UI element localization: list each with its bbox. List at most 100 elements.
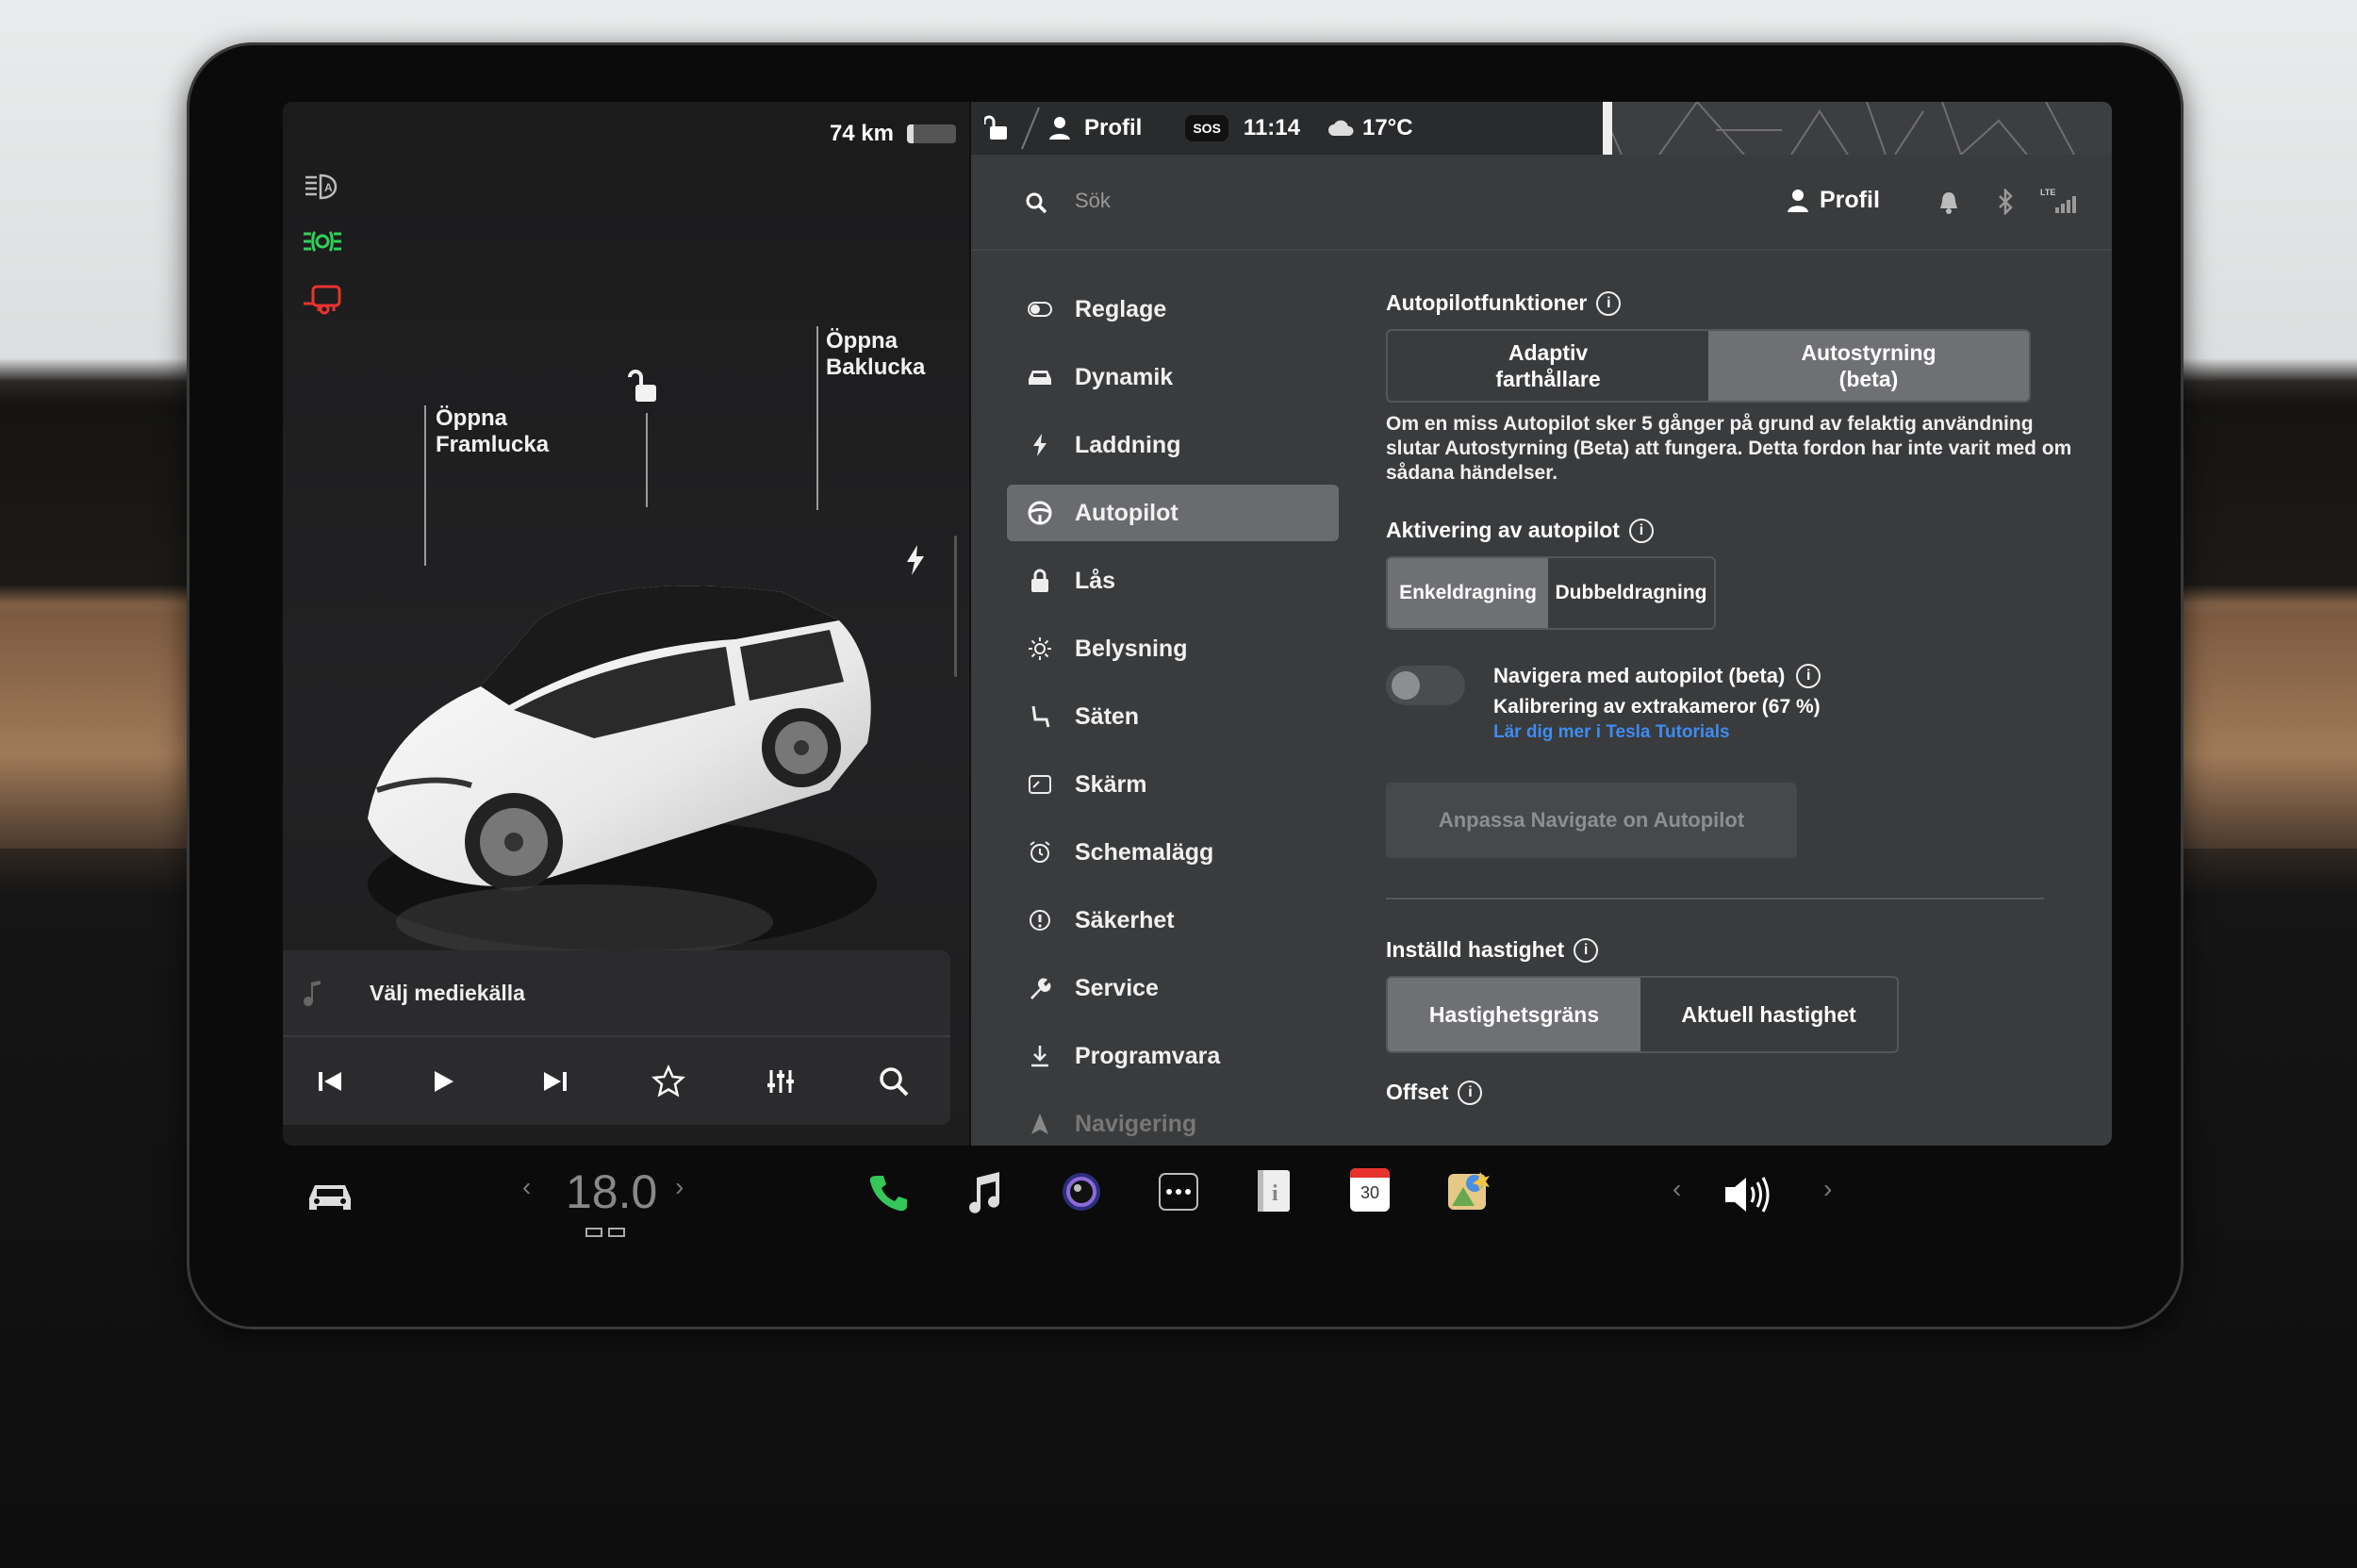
auto-headlights-icon: A	[305, 173, 338, 200]
customize-nav-autopilot-button[interactable]: Anpassa Navigate on Autopilot	[1386, 783, 1797, 858]
menu-item-label: Laddning	[1075, 431, 1181, 458]
media-source-selector[interactable]: Välj mediekälla	[283, 950, 950, 1037]
tesla-tutorials-link[interactable]: Lär dig mer i Tesla Tutorials	[1493, 722, 1730, 743]
menu-item-service[interactable]: Service	[1007, 960, 1339, 1016]
nav-autopilot-subtitle: Kalibrering av extrakameror (67 %)	[1493, 696, 1821, 718]
unlock-icon[interactable]	[628, 368, 662, 405]
favorite-star-icon[interactable]	[650, 1063, 687, 1100]
car-icon[interactable]	[305, 1178, 354, 1215]
manual-info-icon[interactable]: i	[1254, 1168, 1294, 1213]
wrench-icon	[1026, 974, 1054, 1002]
speed-limit-option[interactable]: Hastighetsgräns	[1388, 978, 1640, 1051]
media-controls	[283, 1037, 950, 1125]
temp-increase-arrow[interactable]: ›	[675, 1172, 684, 1202]
menu-item-programvara[interactable]: Programvara	[1007, 1028, 1339, 1084]
menu-item-reglage[interactable]: Reglage	[1007, 281, 1339, 338]
navigation-icon	[1026, 1110, 1054, 1138]
menu-item-label: Navigering	[1075, 1110, 1197, 1137]
volume-down-arrow[interactable]: ‹	[1673, 1174, 1681, 1204]
touchscreen: 74 km A Öppna Framlucka Öppna Baklucka V…	[283, 102, 2112, 1146]
menu-item-säten[interactable]: Säten	[1007, 688, 1339, 745]
alert-icon	[1026, 906, 1054, 934]
menu-item-säkerhet[interactable]: Säkerhet	[1007, 892, 1339, 949]
autopilot-settings: Autopilotfunktioner i Adaptiv farthållare…	[1386, 290, 2074, 1105]
outside-temperature: 17°C	[1361, 115, 1413, 140]
play-icon[interactable]	[423, 1063, 461, 1100]
car-icon	[1026, 363, 1054, 391]
divider	[1386, 898, 2044, 900]
profile-icon[interactable]	[1048, 115, 1071, 141]
map-preview[interactable]	[1603, 102, 2112, 155]
search-icon[interactable]	[875, 1063, 913, 1100]
menu-item-lås[interactable]: Lås	[1007, 553, 1339, 609]
info-icon[interactable]: i	[1796, 664, 1821, 688]
calendar-icon[interactable]: 30	[1350, 1168, 1390, 1212]
menu-item-belysning[interactable]: Belysning	[1007, 620, 1339, 677]
speed-title: Inställd hastighet	[1386, 937, 1565, 962]
autosteer-option[interactable]: Autostyrning (beta)	[1708, 331, 2029, 401]
menu-item-dynamik[interactable]: Dynamik	[1007, 349, 1339, 405]
phone-icon[interactable]	[867, 1172, 909, 1213]
lock-icon	[1026, 567, 1054, 595]
current-speed-option[interactable]: Aktuell hastighet	[1640, 978, 1897, 1051]
unlocked-status-icon[interactable]	[984, 114, 1009, 142]
more-apps-icon[interactable]	[1158, 1172, 1199, 1212]
menu-item-skärm[interactable]: Skärm	[1007, 756, 1339, 813]
toggle-icon	[1026, 295, 1054, 323]
media-source-label: Välj mediekälla	[370, 980, 525, 1005]
menu-item-laddning[interactable]: Laddning	[1007, 417, 1339, 473]
camera-icon[interactable]	[1060, 1170, 1103, 1213]
menu-item-autopilot[interactable]: Autopilot	[1007, 485, 1339, 541]
sos-button[interactable]: SOS	[1185, 115, 1228, 141]
features-title: Autopilotfunktioner	[1386, 290, 1588, 315]
next-track-icon[interactable]	[536, 1063, 574, 1100]
menu-item-navigering[interactable]: Navigering	[1007, 1096, 1339, 1146]
adaptive-cruise-option[interactable]: Adaptiv farthållare	[1388, 331, 1708, 401]
equalizer-icon[interactable]	[762, 1063, 799, 1100]
menu-item-label: Programvara	[1075, 1042, 1221, 1069]
seat-heater-icon[interactable]	[585, 1223, 626, 1240]
bell-icon[interactable]	[1938, 190, 1959, 215]
settings-pane: Profil SOS 11:14 17°C Sök Profil LTE Reg…	[971, 102, 2112, 1146]
search-input[interactable]: Sök	[1075, 189, 1111, 213]
nav-autopilot-title: Navigera med autopilot (beta)	[1493, 664, 1786, 687]
temp-decrease-arrow[interactable]: ‹	[522, 1172, 531, 1202]
info-icon[interactable]: i	[1596, 290, 1622, 316]
offset-heading: Offset i	[1386, 1080, 2074, 1105]
alarm-icon	[1026, 838, 1054, 867]
single-pull-option[interactable]: Enkeldragning	[1388, 558, 1548, 628]
bluetooth-icon[interactable]	[1997, 189, 2014, 215]
features-heading: Autopilotfunktioner i	[1386, 290, 2074, 316]
svg-text:i: i	[1272, 1181, 1278, 1206]
info-icon[interactable]: i	[1458, 1080, 1483, 1105]
info-icon[interactable]: i	[1628, 518, 1654, 543]
search-profile-label[interactable]: Profil	[1820, 187, 1880, 214]
search-icon[interactable]	[1024, 190, 1048, 215]
car-pane: 74 km A Öppna Framlucka Öppna Baklucka V…	[283, 102, 969, 1146]
download-icon	[1026, 1042, 1054, 1070]
settings-menu: Reglage Dynamik Laddning Autopilot Lås Belysn…	[1007, 281, 1339, 1146]
open-trunk-button[interactable]: Öppna Baklucka	[826, 328, 925, 381]
open-frunk-button[interactable]: Öppna Framlucka	[436, 405, 549, 458]
cloud-icon	[1327, 120, 1354, 136]
dashboard-left	[0, 613, 207, 849]
profile-icon[interactable]	[1788, 189, 1808, 213]
sun-icon	[1026, 635, 1054, 663]
nav-autopilot-row: Navigera med autopilot (beta) i Kalibreri…	[1386, 664, 2074, 742]
double-pull-option[interactable]: Dubbeldragning	[1548, 558, 1714, 628]
toybox-icon[interactable]	[1446, 1168, 1492, 1213]
range-indicator[interactable]: 74 km	[830, 115, 956, 153]
info-icon[interactable]: i	[1574, 937, 1599, 963]
profile-label[interactable]: Profil	[1084, 115, 1142, 141]
status-bar: Profil SOS 11:14 17°C	[971, 102, 2112, 155]
music-icon[interactable]	[964, 1170, 1005, 1215]
menu-item-label: Säkerhet	[1075, 906, 1175, 933]
battery-icon	[907, 124, 956, 143]
nav-autopilot-toggle[interactable]	[1386, 666, 1465, 705]
volume-up-arrow[interactable]: ›	[1823, 1174, 1832, 1204]
menu-item-schemalägg[interactable]: Schemalägg	[1007, 824, 1339, 881]
speed-segmented-control: Hastighetsgräns Aktuell hastighet	[1386, 976, 1899, 1053]
volume-icon[interactable]	[1722, 1174, 1774, 1215]
previous-track-icon[interactable]	[311, 1063, 349, 1100]
cabin-temperature[interactable]: 18.0	[566, 1164, 657, 1219]
